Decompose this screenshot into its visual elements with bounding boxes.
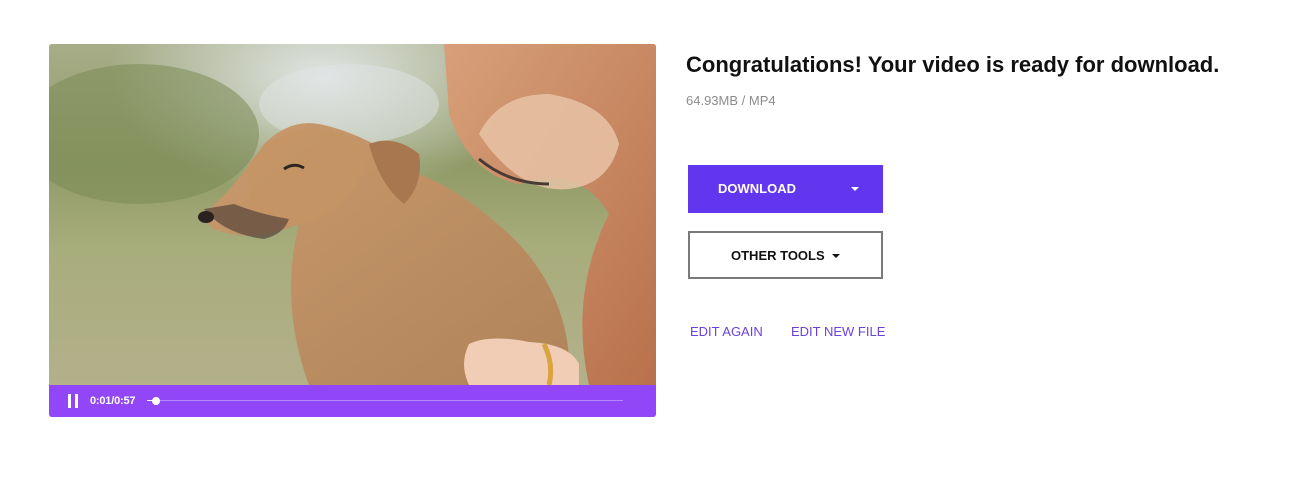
edit-new-file-link[interactable]: EDIT NEW FILE <box>791 324 885 340</box>
video-player[interactable]: 0:01/0:57 <box>49 44 656 417</box>
file-info: 64.93MB / MP4 <box>686 93 776 108</box>
page-title: Congratulations! Your video is ready for… <box>686 52 1220 77</box>
chevron-down-icon <box>832 254 840 258</box>
download-button[interactable]: DOWNLOAD <box>688 165 883 213</box>
video-frame[interactable] <box>49 44 656 385</box>
download-button-label: DOWNLOAD <box>718 181 796 196</box>
download-page: 0:01/0:57 Congratulations! Your video is… <box>0 0 1302 493</box>
chevron-down-icon[interactable] <box>851 187 859 191</box>
other-tools-button-label: OTHER TOOLS <box>731 248 825 263</box>
player-controls: 0:01/0:57 <box>49 385 656 417</box>
other-tools-button[interactable]: OTHER TOOLS <box>688 231 883 279</box>
seek-handle[interactable] <box>151 397 160 405</box>
time-display: 0:01/0:57 <box>90 395 136 407</box>
seek-bar[interactable] <box>147 400 623 401</box>
edit-again-link[interactable]: EDIT AGAIN <box>690 324 763 340</box>
pause-icon[interactable] <box>66 394 80 408</box>
